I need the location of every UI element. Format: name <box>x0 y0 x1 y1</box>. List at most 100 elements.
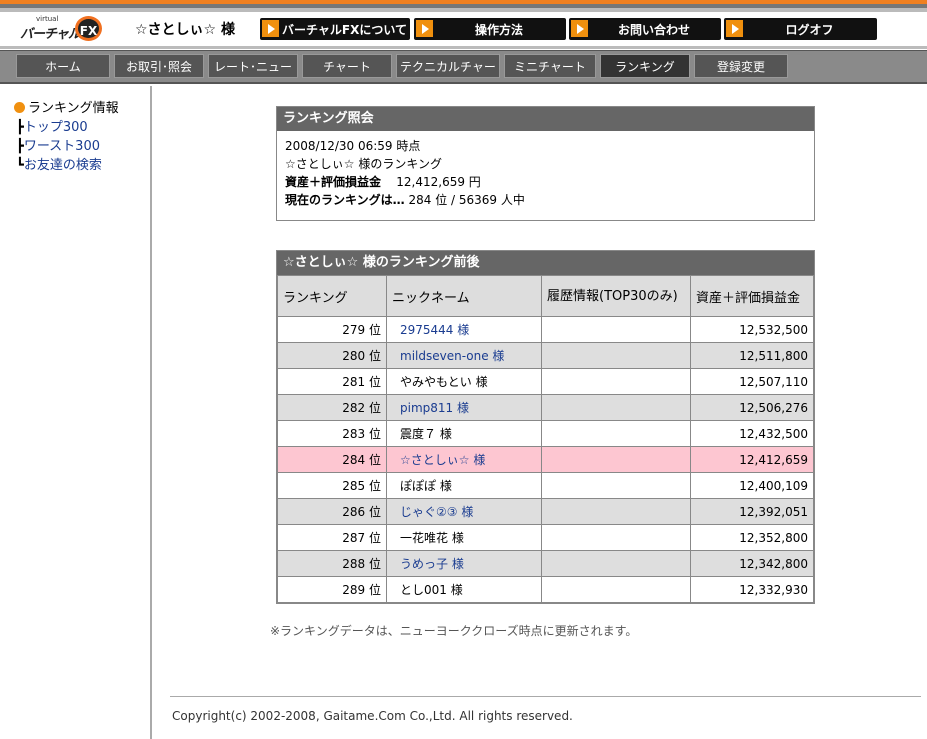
logoff-button[interactable]: ログオフ <box>724 18 877 40</box>
nickname-cell: やみやもとい 様 <box>386 368 542 395</box>
history-cell <box>541 472 691 499</box>
history-cell <box>541 368 691 395</box>
tab-rate-news[interactable]: レート･ニュース <box>208 54 298 98</box>
sidebar-item-top300[interactable]: ┣トップ300 <box>16 116 88 135</box>
logo[interactable]: virtual バーチャル FX <box>20 14 106 42</box>
asset-cell: 12,352,800 <box>690 524 814 551</box>
table-row: 286 位じゃぐ②③ 様 12,392,051 <box>277 498 814 525</box>
tab-trade[interactable]: お取引･照会 <box>114 54 204 78</box>
table-row: 284 位 ☆さとしぃ☆ 様 12,412,659 <box>277 446 814 473</box>
nickname-cell: じゃぐ②③ 様 <box>386 498 542 525</box>
table-row: 289 位とし001 様 12,332,930 <box>277 576 814 603</box>
asset-cell: 12,511,800 <box>690 342 814 369</box>
nickname-link[interactable]: pimp811 様 <box>400 401 469 415</box>
history-cell <box>541 342 691 369</box>
panel-title: ☆さとしぃ☆ 様のランキング前後 <box>277 251 814 275</box>
table-row: 283 位震度７ 様 12,432,500 <box>277 420 814 447</box>
header-divider <box>0 46 927 49</box>
rank-cell: 285 位 <box>277 472 387 499</box>
logo-word: バーチャル <box>20 27 81 42</box>
tab-home[interactable]: ホーム <box>16 54 110 78</box>
rank-cell: 279 位 <box>277 316 387 343</box>
tree-branch-icon: ┣ <box>16 120 24 135</box>
rank-cell: 280 位 <box>277 342 387 369</box>
history-cell <box>541 420 691 447</box>
tab-mini-chart[interactable]: ミニチャート <box>504 54 596 78</box>
nickname-link[interactable]: ☆さとしぃ☆ 様 <box>400 453 485 467</box>
bullet-icon <box>14 102 25 113</box>
rank-line: 現在のランキングは… 284 位 / 56369 人中 <box>285 191 806 209</box>
play-arrow-icon <box>571 20 588 37</box>
about-button-label: バーチャルFXについて <box>282 23 407 37</box>
howto-button-label: 操作方法 <box>474 23 523 37</box>
update-note: ※ランキングデータは、ニューヨーククローズ時点に更新されます。 <box>270 624 638 638</box>
user-name: ☆さとしぃ☆ 様 <box>135 22 235 38</box>
nickname-link[interactable]: じゃぐ②③ 様 <box>400 505 473 519</box>
rank-cell: 284 位 <box>277 446 387 473</box>
history-cell <box>541 576 691 603</box>
asset-cell: 12,432,500 <box>690 420 814 447</box>
nickname-link[interactable]: うめっ子 様 <box>400 557 464 571</box>
footer-divider <box>170 696 921 697</box>
rank-cell: 286 位 <box>277 498 387 525</box>
column-header-nickname: ニックネーム <box>386 275 542 317</box>
history-cell <box>541 524 691 551</box>
contact-button[interactable]: お問い合わせ <box>569 18 721 40</box>
history-cell <box>541 316 691 343</box>
table-row: 287 位一花唯花 様 12,352,800 <box>277 524 814 551</box>
nickname-text: 震度７ 様 <box>400 427 452 441</box>
rank-cell: 283 位 <box>277 420 387 447</box>
main-nav: ホーム お取引･照会 レート･ニュース チャート テクニカルチャート ミニチャー… <box>0 50 927 98</box>
tab-ranking[interactable]: ランキング <box>600 54 690 78</box>
asset-cell: 12,400,109 <box>690 472 814 499</box>
nickname-cell: 一花唯花 様 <box>386 524 542 551</box>
ranking-owner: ☆さとしぃ☆ 様のランキング <box>285 157 442 171</box>
ranking-table: ランキング ニックネーム 履歴情報(TOP30のみ) 資産＋評価損益金 279 … <box>277 275 814 603</box>
table-row: 280 位 mildseven-one 様 12,511,800 <box>277 342 814 369</box>
contact-button-label: お問い合わせ <box>617 23 690 37</box>
sidebar: ランキング情報 ┣トップ300 ┣ワースト300 ┗お友達の検索 <box>0 86 152 739</box>
nickname-link[interactable]: mildseven-one 様 <box>400 349 504 363</box>
asset-cell: 12,507,110 <box>690 368 814 395</box>
tab-chart[interactable]: チャート <box>302 54 392 78</box>
logo-small-text: virtual <box>36 15 59 23</box>
header-stripe <box>0 0 927 12</box>
sidebar-item-friend-search[interactable]: ┗お友達の検索 <box>16 154 102 173</box>
asset-value: 12,412,659 円 <box>396 175 481 189</box>
about-button[interactable]: バーチャルFXについて <box>260 18 410 40</box>
rank-value: 284 位 / 56369 人中 <box>408 193 525 207</box>
rank-cell: 288 位 <box>277 550 387 577</box>
logo-fx-badge: FX <box>75 16 102 41</box>
history-cell <box>541 498 691 525</box>
howto-button[interactable]: 操作方法 <box>414 18 566 40</box>
table-row: 281 位やみやもとい 様 12,507,110 <box>277 368 814 395</box>
column-header-assets: 資産＋評価損益金 <box>690 275 814 317</box>
sidebar-item-label: お友達の検索 <box>23 158 102 173</box>
tree-branch-icon: ┣ <box>16 139 24 154</box>
rank-cell: 289 位 <box>277 576 387 603</box>
nickname-cell: うめっ子 様 <box>386 550 542 577</box>
nickname-link[interactable]: 2975444 様 <box>400 323 469 337</box>
history-cell <box>541 550 691 577</box>
nickname-text: ぽぽぽ 様 <box>400 479 452 493</box>
tree-end-icon: ┗ <box>16 158 24 173</box>
asset-cell: 12,392,051 <box>690 498 814 525</box>
ranking-table-panel: ☆さとしぃ☆ 様のランキング前後 ランキング ニックネーム 履歴情報(TOP30… <box>276 250 815 604</box>
rank-cell: 281 位 <box>277 368 387 395</box>
asset-cell: 12,506,276 <box>690 394 814 421</box>
copyright: Copyright(c) 2002-2008, Gaitame.Com Co.,… <box>172 709 573 723</box>
table-row: 282 位 pimp811 様 12,506,276 <box>277 394 814 421</box>
tab-settings[interactable]: 登録変更 <box>694 54 788 78</box>
sidebar-item-worst300[interactable]: ┣ワースト300 <box>16 135 100 154</box>
rank-label: 現在のランキングは… <box>285 193 405 207</box>
table-row: 285 位ぽぽぽ 様 12,400,109 <box>277 472 814 499</box>
asset-line: 資産＋評価損益金 12,412,659 円 <box>285 173 806 191</box>
asset-cell: 12,342,800 <box>690 550 814 577</box>
tab-technical-chart[interactable]: テクニカルチャート <box>396 54 500 98</box>
sidebar-item-label: ワースト300 <box>23 139 100 154</box>
nickname-cell: ぽぽぽ 様 <box>386 472 542 499</box>
nickname-cell: pimp811 様 <box>386 394 542 421</box>
asset-cell: 12,332,930 <box>690 576 814 603</box>
sidebar-item-label: トップ300 <box>23 120 88 135</box>
play-arrow-icon <box>262 20 279 37</box>
